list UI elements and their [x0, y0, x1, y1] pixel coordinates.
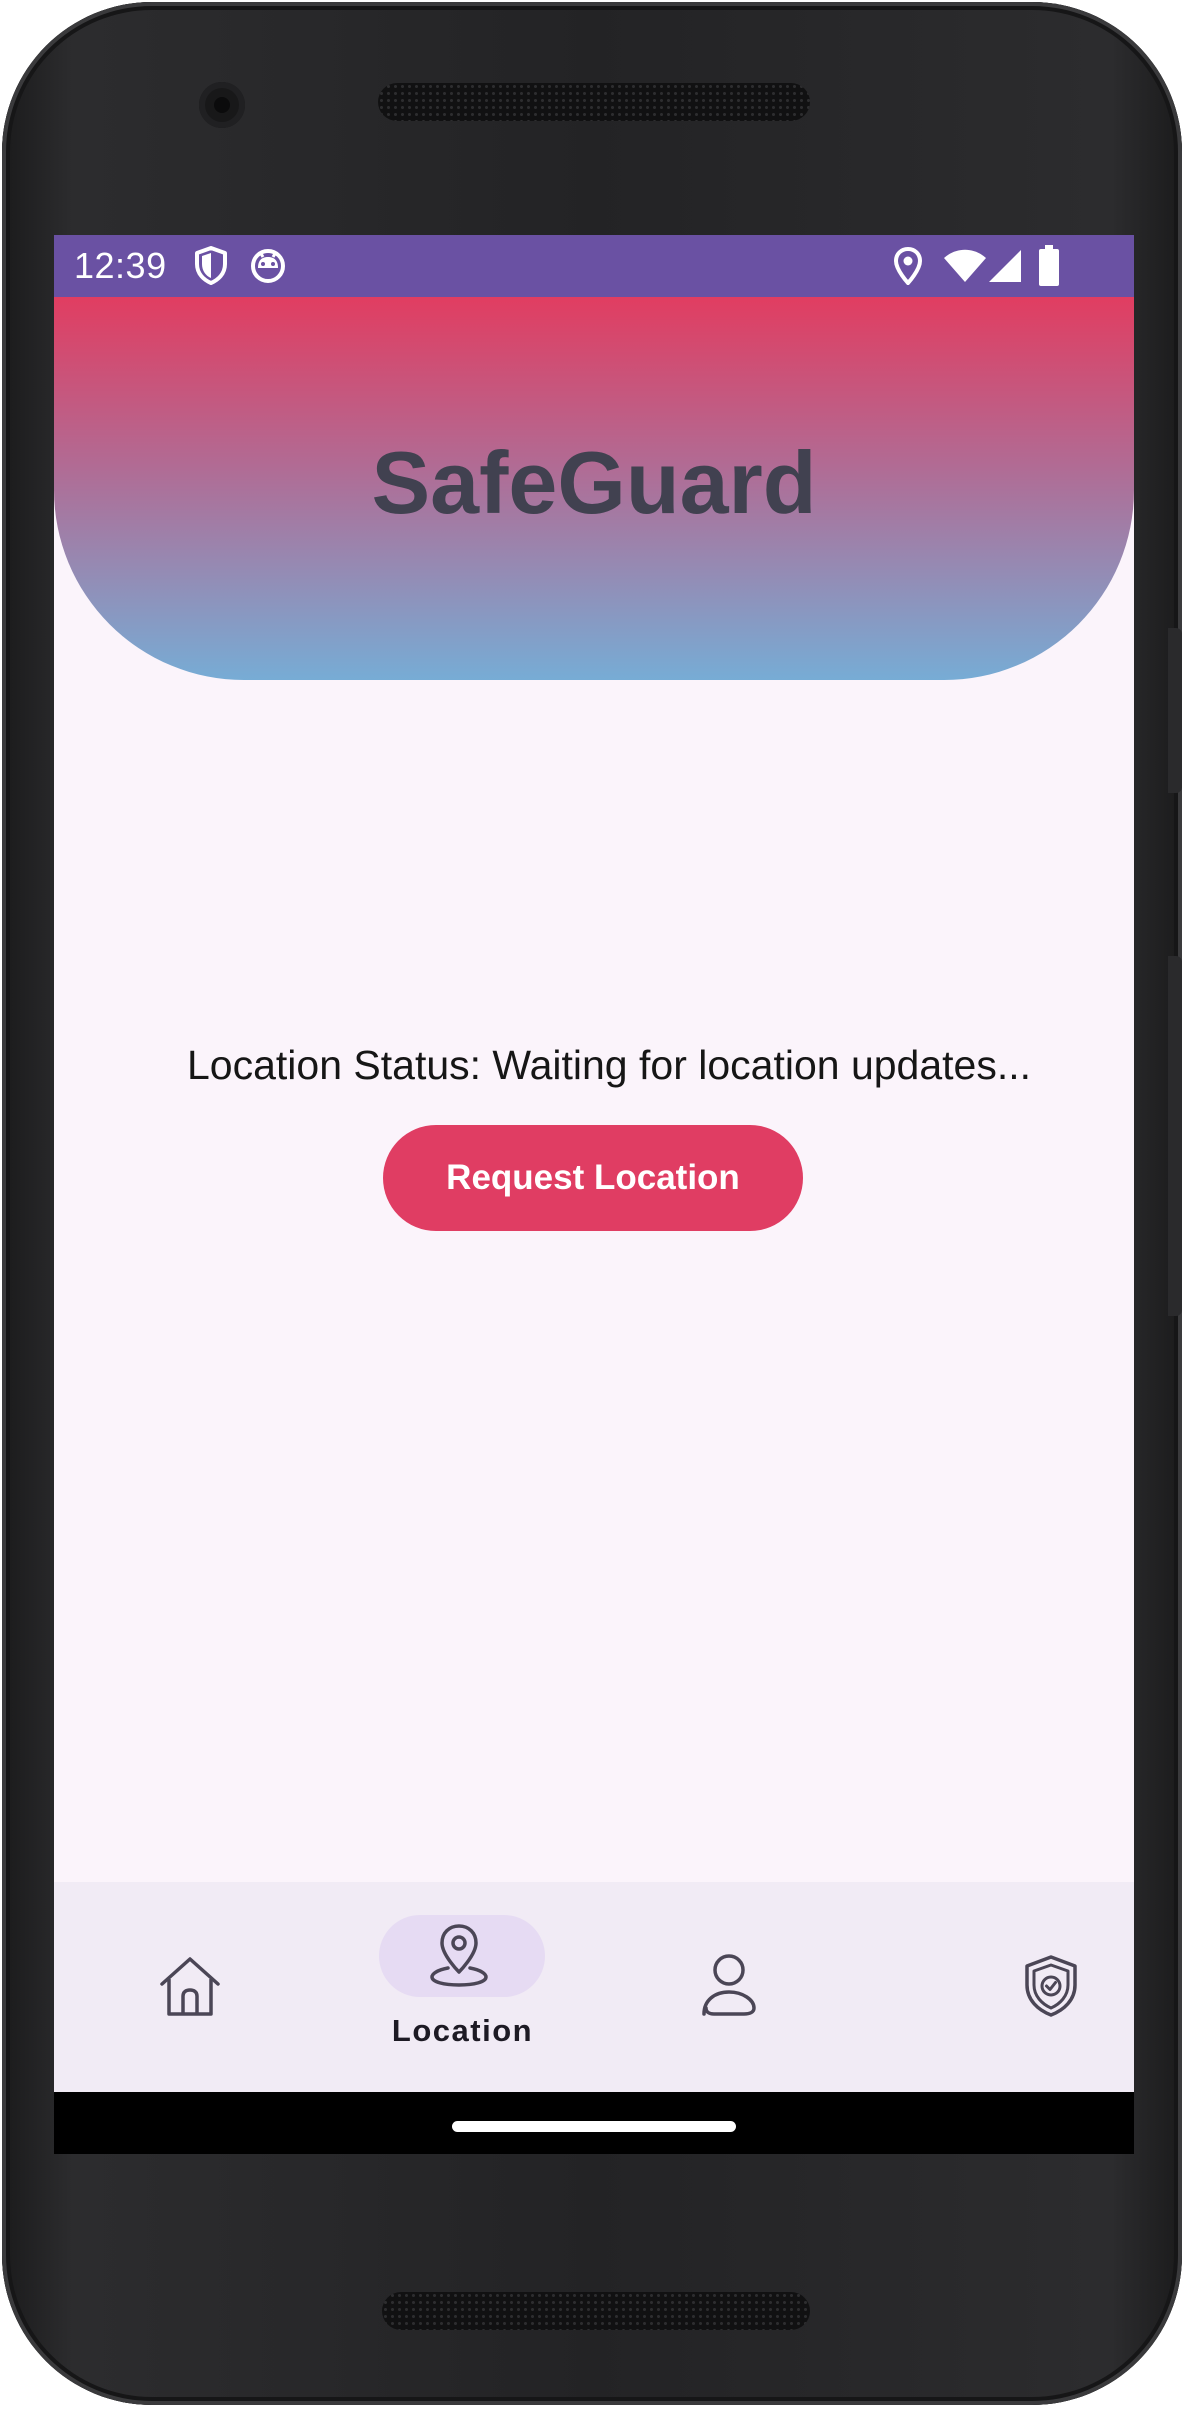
- bottom-speaker: [382, 2292, 810, 2330]
- battery-icon: [1038, 245, 1060, 292]
- power-button: [1168, 628, 1182, 793]
- front-camera: [199, 82, 245, 128]
- status-time: 12:39: [74, 245, 167, 286]
- android-robot-icon: [250, 246, 286, 289]
- nav-item-security[interactable]: [864, 1882, 1134, 2092]
- nav-item-location[interactable]: Location: [324, 1882, 594, 2092]
- bottom-navigation-bar: Location: [54, 1882, 1134, 2092]
- location-pin-icon: [428, 1922, 490, 1993]
- person-icon: [700, 1952, 758, 2023]
- home-gesture-handle[interactable]: [452, 2121, 736, 2132]
- app-screen: 12:39 SafeGuard Location Status: Waiting…: [54, 235, 1134, 2154]
- location-status-text: Location Status: Waiting for location up…: [187, 1042, 1032, 1088]
- volume-button: [1168, 956, 1182, 1316]
- earpiece-speaker: [378, 83, 810, 121]
- wifi-icon: [943, 249, 987, 288]
- app-header: SafeGuard: [54, 297, 1134, 680]
- nav-item-home[interactable]: [54, 1882, 324, 2092]
- cell-signal-icon: [988, 249, 1022, 288]
- shield-check-icon: [1023, 1954, 1079, 2023]
- app-title: SafeGuard: [371, 433, 817, 532]
- phone-device-frame: 12:39 SafeGuard Location Status: Waiting…: [2, 2, 1182, 2405]
- system-gesture-bar: [54, 2092, 1134, 2154]
- request-location-button[interactable]: Request Location: [383, 1125, 803, 1231]
- nav-item-label: Location: [391, 2013, 534, 2048]
- status-bar: 12:39: [54, 235, 1134, 297]
- shield-icon: [194, 245, 228, 290]
- home-icon: [156, 1952, 224, 2025]
- nav-item-profile[interactable]: [594, 1882, 864, 2092]
- location-pin-icon: [893, 246, 923, 290]
